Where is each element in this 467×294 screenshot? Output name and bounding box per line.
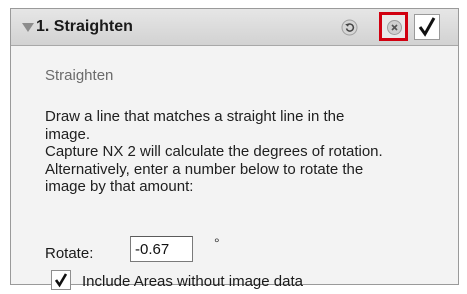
rotate-label: Rotate: (45, 245, 94, 262)
rotate-input[interactable] (130, 236, 193, 262)
close-button[interactable] (379, 12, 408, 41)
reset-button[interactable] (341, 19, 358, 36)
include-areas-checkbox[interactable] (51, 270, 71, 290)
instruction-line: image. (45, 125, 91, 143)
instruction-line: Draw a line that matches a straight line… (45, 108, 345, 125)
panel-title: 1. Straighten (36, 18, 133, 35)
panel-subtitle: Straighten (45, 67, 114, 84)
instruction-line: Capture NX 2 will calculate the degrees … (45, 143, 383, 160)
instruction-line: image by that amount: (45, 178, 194, 195)
instructions-text: Draw a line that matches a straight line… (45, 108, 450, 196)
panel-header[interactable]: 1. Straighten (11, 9, 458, 46)
collapse-triangle-icon[interactable] (22, 23, 34, 32)
apply-button[interactable] (414, 14, 440, 40)
instruction-line: Alternatively, enter a number below to r… (45, 160, 364, 178)
checkmark-icon (54, 273, 68, 288)
close-icon (387, 20, 402, 35)
reset-icon (341, 19, 358, 36)
checkmark-icon (414, 14, 440, 40)
degree-unit: ° (214, 235, 220, 251)
include-areas-label[interactable]: Include Areas without image data (82, 273, 303, 290)
straighten-panel: 1. Straighten Straighten Draw a line tha… (10, 8, 459, 290)
